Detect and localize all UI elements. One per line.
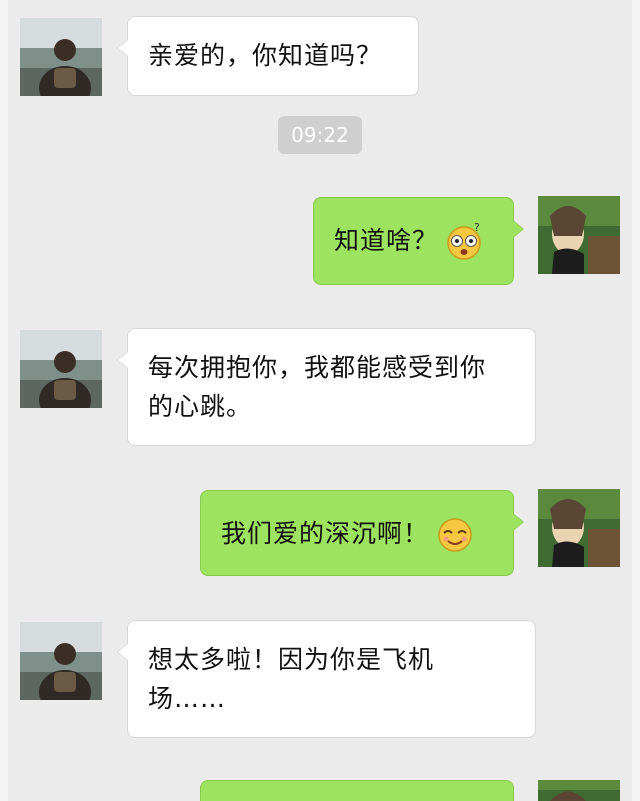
surprised-face-emoji-icon: ?	[444, 222, 484, 262]
timestamp-badge: 09:22	[278, 116, 362, 154]
avatar-boy-image	[20, 18, 102, 96]
message-text: 知道啥？	[334, 226, 439, 255]
message-bubble-incoming[interactable]: 亲爱的，你知道吗？	[117, 16, 419, 96]
avatar-girl-image	[538, 489, 620, 567]
message-text: 亲爱的，你知道吗？	[148, 41, 383, 70]
message-text-line: 想太多啦！因为你是飞机	[148, 645, 435, 674]
screen-frame-right	[632, 0, 640, 801]
avatar-girl-image	[538, 780, 620, 801]
contact-avatar[interactable]	[20, 622, 102, 700]
contact-avatar[interactable]	[20, 330, 102, 408]
screen-frame-left	[0, 0, 8, 801]
message-bubble-outgoing[interactable]: 我们爱的深沉啊！	[200, 490, 524, 576]
my-avatar[interactable]	[538, 196, 620, 274]
svg-text:?: ?	[474, 222, 481, 234]
message-text: 我们爱的深沉啊！	[221, 519, 430, 548]
my-avatar[interactable]	[538, 780, 620, 801]
message-text-line: 的心跳。	[148, 392, 253, 421]
my-avatar[interactable]	[538, 489, 620, 567]
blissful-face-emoji-icon	[435, 515, 475, 555]
avatar-girl-image	[538, 196, 620, 274]
message-text-line: 场……	[148, 684, 227, 713]
message-bubble-outgoing[interactable]: 知道啥？ ?	[313, 197, 524, 285]
avatar-boy-image	[20, 330, 102, 408]
contact-avatar[interactable]	[20, 18, 102, 96]
message-bubble-outgoing[interactable]	[200, 780, 514, 801]
message-text-line: 每次拥抱你，我都能感受到你	[148, 353, 487, 382]
message-bubble-incoming[interactable]: 每次拥抱你，我都能感受到你 的心跳。	[117, 328, 536, 446]
message-bubble-incoming[interactable]: 想太多啦！因为你是飞机 场……	[117, 620, 536, 738]
avatar-boy-image	[20, 622, 102, 700]
